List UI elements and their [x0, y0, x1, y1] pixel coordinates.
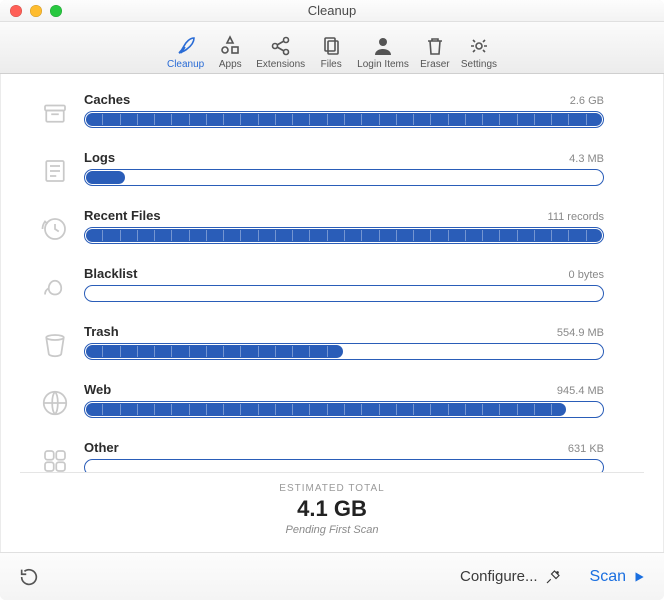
- toolbar-label: Cleanup: [167, 59, 204, 70]
- feather-icon: [174, 34, 198, 58]
- category-size: 945.4 MB: [557, 385, 604, 397]
- category-label: Blacklist: [84, 266, 137, 281]
- titlebar: Cleanup: [0, 0, 664, 22]
- trash-icon: [40, 330, 70, 360]
- toolbar-eraser[interactable]: Eraser: [413, 34, 457, 70]
- category-label: Logs: [84, 150, 115, 165]
- category-row-blacklist[interactable]: Blacklist 0 bytes: [40, 266, 604, 302]
- toolbar-login-items[interactable]: Login Items: [353, 34, 413, 70]
- logs-icon: [40, 156, 70, 186]
- progress-bar: [84, 401, 604, 418]
- category-size: 111 records: [548, 211, 604, 223]
- refresh-button[interactable]: [18, 566, 40, 588]
- category-size: 554.9 MB: [557, 327, 604, 339]
- category-label: Other: [84, 440, 119, 455]
- category-row-caches[interactable]: Caches 2.6 GB: [40, 92, 604, 128]
- toolbar-label: Settings: [461, 59, 497, 70]
- settings-icon: [467, 34, 491, 58]
- progress-fill: [86, 345, 343, 358]
- window-title: Cleanup: [0, 3, 664, 18]
- play-icon: [632, 570, 646, 584]
- toolbar-label: Extensions: [256, 59, 305, 70]
- toolbar-label: Login Items: [357, 59, 409, 70]
- category-size: 631 KB: [568, 443, 604, 455]
- scan-button[interactable]: Scan: [590, 568, 646, 586]
- progress-bar: [84, 343, 604, 360]
- other-icon: [40, 446, 70, 472]
- progress-fill: [86, 113, 602, 126]
- apps-icon: [218, 34, 242, 58]
- toolbar-apps[interactable]: Apps: [208, 34, 252, 70]
- progress-bar: [84, 111, 604, 128]
- refresh-icon: [18, 566, 40, 588]
- category-label: Recent Files: [84, 208, 161, 223]
- progress-bar: [84, 227, 604, 244]
- configure-button[interactable]: Configure...: [460, 568, 562, 586]
- progress-bar: [84, 459, 604, 472]
- estimate-subtitle: Pending First Scan: [0, 524, 664, 536]
- estimate-panel: ESTIMATED TOTAL 4.1 GB Pending First Sca…: [0, 473, 664, 552]
- toolbar-extensions[interactable]: Extensions: [252, 34, 309, 70]
- progress-bar: [84, 285, 604, 302]
- category-size: 2.6 GB: [570, 95, 604, 107]
- toolbar-settings[interactable]: Settings: [457, 34, 501, 70]
- scan-label: Scan: [590, 568, 626, 586]
- estimate-total: 4.1 GB: [0, 496, 664, 522]
- content-area: Caches 2.6 GB Logs 4.3 MB Recent Files 111 re…: [0, 74, 664, 472]
- category-row-recent[interactable]: Recent Files 111 records: [40, 208, 604, 244]
- category-row-web[interactable]: Web 945.4 MB: [40, 382, 604, 418]
- caches-icon: [40, 98, 70, 128]
- recent-icon: [40, 214, 70, 244]
- category-label: Web: [84, 382, 111, 397]
- toolbar-label: Files: [321, 59, 342, 70]
- category-row-trash[interactable]: Trash 554.9 MB: [40, 324, 604, 360]
- toolbar-files[interactable]: Files: [309, 34, 353, 70]
- footer: Configure... Scan: [0, 552, 664, 600]
- progress-fill: [86, 171, 125, 184]
- trash-icon: [423, 34, 447, 58]
- tools-icon: [544, 568, 562, 586]
- progress-bar: [84, 169, 604, 186]
- toolbar: Cleanup Apps Extensions Files Login Item…: [0, 22, 664, 74]
- category-label: Trash: [84, 324, 119, 339]
- progress-fill: [86, 403, 566, 416]
- category-label: Caches: [84, 92, 130, 107]
- configure-label: Configure...: [460, 568, 538, 585]
- person-icon: [371, 34, 395, 58]
- progress-fill: [86, 229, 602, 242]
- category-size: 4.3 MB: [569, 153, 604, 165]
- toolbar-label: Apps: [219, 59, 242, 70]
- files-icon: [319, 34, 343, 58]
- toolbar-label: Eraser: [420, 59, 449, 70]
- category-size: 0 bytes: [569, 269, 604, 281]
- blacklist-icon: [40, 272, 70, 302]
- estimate-label: ESTIMATED TOTAL: [0, 483, 664, 494]
- share-icon: [269, 34, 293, 58]
- web-icon: [40, 388, 70, 418]
- category-row-logs[interactable]: Logs 4.3 MB: [40, 150, 604, 186]
- toolbar-cleanup[interactable]: Cleanup: [163, 34, 208, 70]
- category-row-other[interactable]: Other 631 KB: [40, 440, 604, 472]
